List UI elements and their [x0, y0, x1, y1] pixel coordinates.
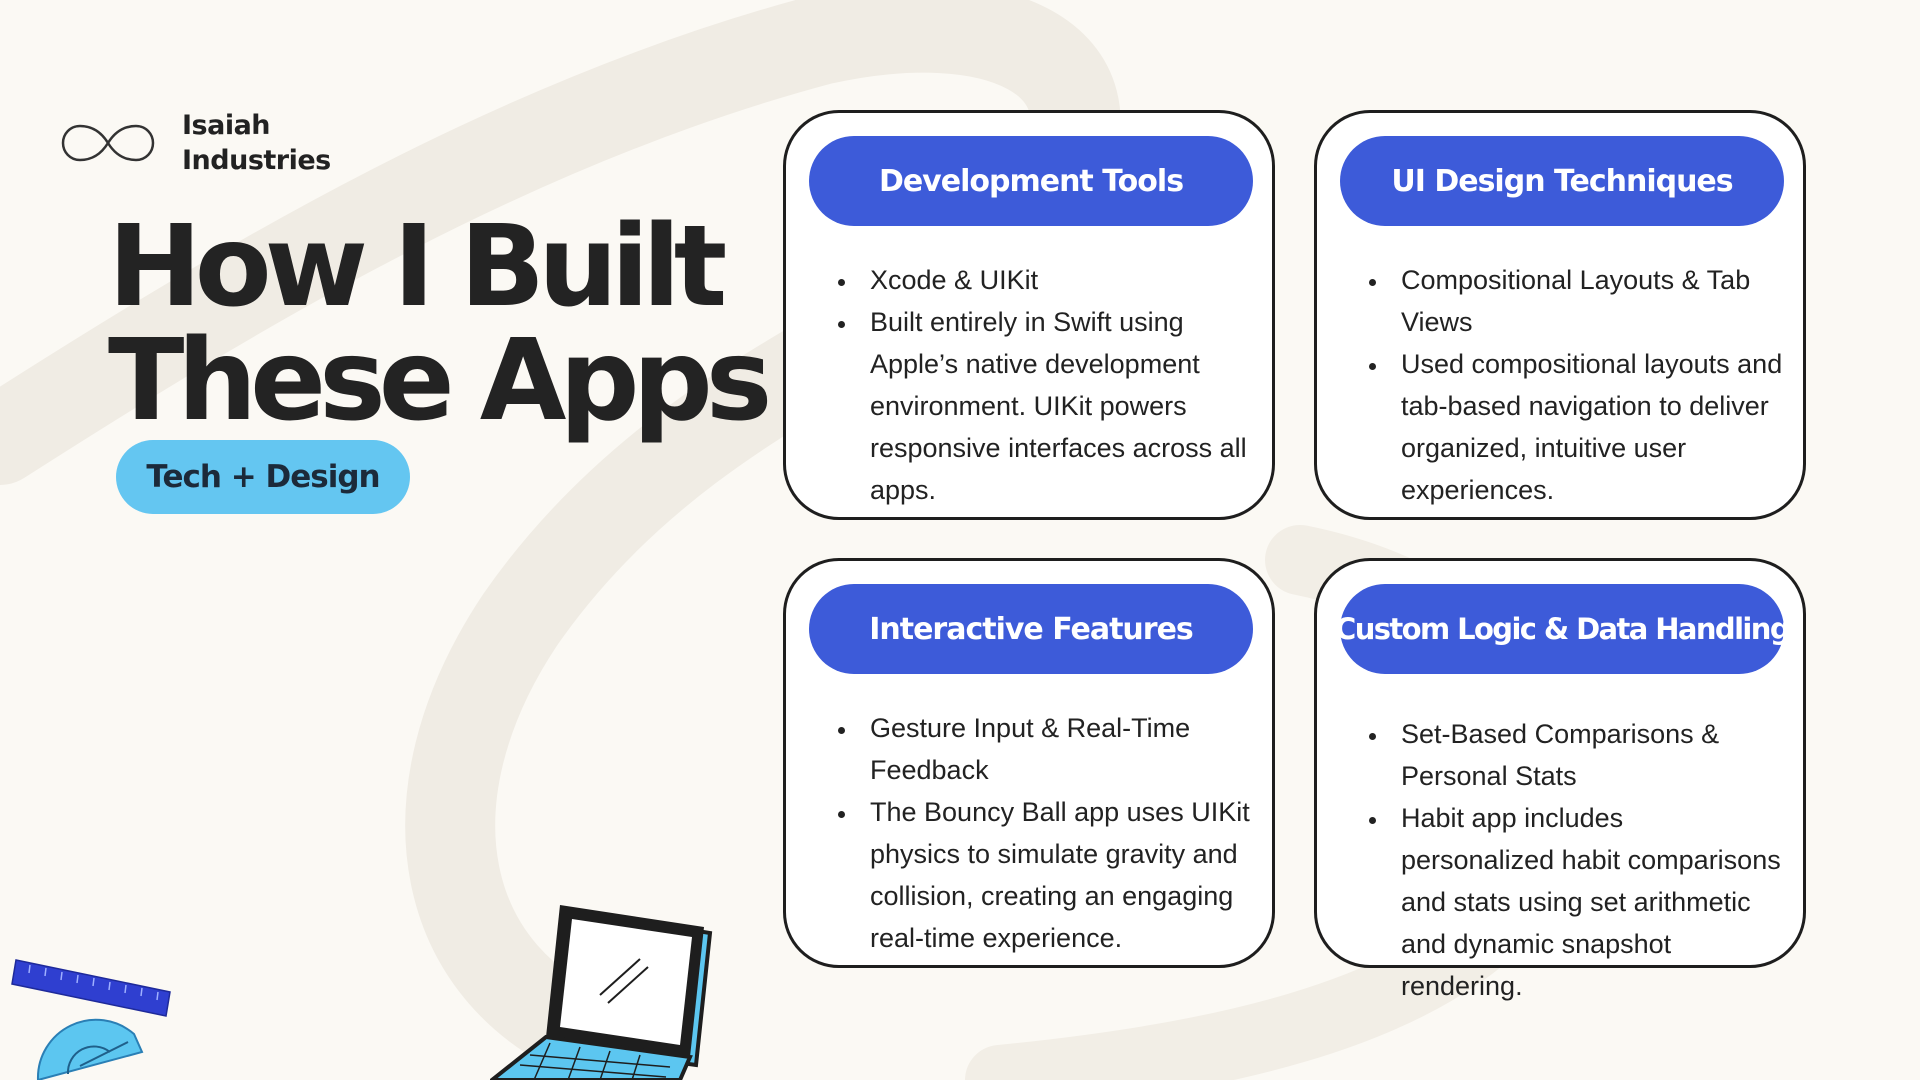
list-item: The Bouncy Ball app uses UIKit physics t…	[858, 791, 1252, 959]
infinity-icon	[61, 124, 155, 162]
card-bullet-list: Compositional Layouts & Tab Views Used c…	[1367, 259, 1783, 511]
laptop-icon	[490, 905, 713, 1080]
list-item: Habit app includes personalized habit co…	[1389, 797, 1783, 1007]
page-title: How I Built These Apps	[108, 202, 772, 446]
list-item: Compositional Layouts & Tab Views	[1389, 259, 1783, 343]
card-heading: Development Tools	[809, 136, 1253, 226]
card-development-tools: Development Tools Xcode & UIKit Built en…	[783, 110, 1275, 520]
card-bullet-list: Xcode & UIKit Built entirely in Swift us…	[836, 259, 1252, 511]
list-item: Xcode & UIKit	[858, 259, 1252, 301]
card-custom-logic: Custom Logic & Data Handling Set-Based C…	[1314, 558, 1806, 1001]
brand-name: Isaiah Industries	[182, 108, 331, 178]
card-heading: UI Design Techniques	[1340, 136, 1784, 226]
list-item: Set-Based Comparisons & Personal Stats	[1389, 713, 1783, 797]
card-bullet-list: Gesture Input & Real-Time Feedback The B…	[836, 707, 1252, 959]
brand: Isaiah Industries	[60, 108, 331, 178]
page-title-line2: These Apps	[108, 316, 772, 446]
list-item: Built entirely in Swift using Apple’s na…	[858, 301, 1252, 511]
brand-name-line2: Industries	[182, 145, 331, 176]
ruler-protractor-decoration	[11, 959, 171, 1080]
brand-name-line1: Isaiah	[182, 110, 271, 141]
list-item: Used compositional layouts and tab-based…	[1389, 343, 1783, 511]
card-heading: Custom Logic & Data Handling	[1335, 584, 1791, 674]
protractor-icon	[36, 1018, 144, 1080]
card-bullet-list: Set-Based Comparisons & Personal Stats H…	[1367, 713, 1783, 1007]
page-title-line1: How I Built	[108, 202, 727, 332]
card-heading: Interactive Features	[809, 584, 1253, 674]
list-item: Gesture Input & Real-Time Feedback	[858, 707, 1252, 791]
card-ui-design-techniques: UI Design Techniques Compositional Layou…	[1314, 110, 1806, 520]
card-interactive-features: Interactive Features Gesture Input & Rea…	[783, 558, 1275, 968]
ruler-icon	[11, 959, 171, 1017]
tag-pill: Tech + Design	[116, 440, 410, 514]
